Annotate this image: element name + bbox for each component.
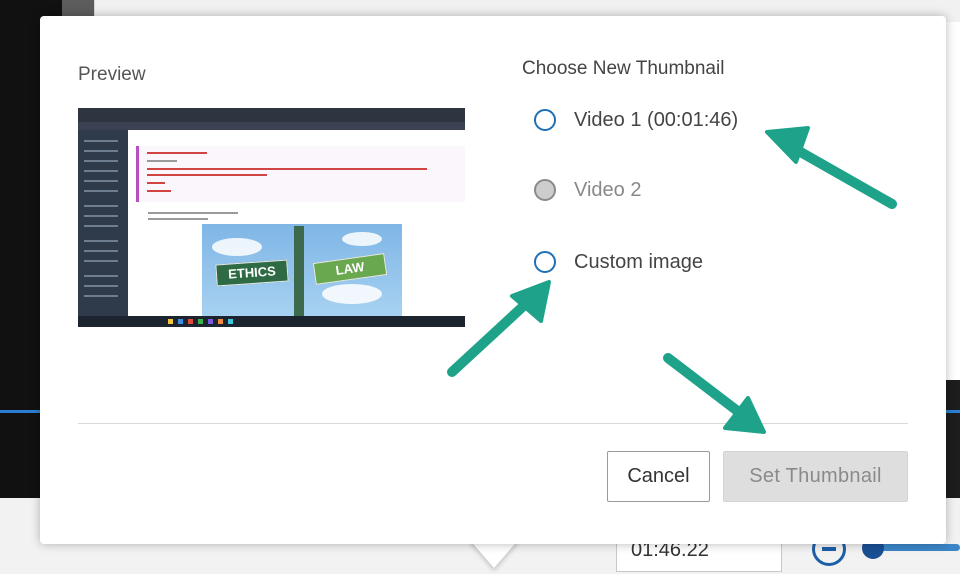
preview-sidebar-line [84, 260, 118, 262]
taskbar-icon [208, 319, 213, 324]
thumbnail-dialog: Preview ETHICS LAW Choose New Thumbnail … [40, 16, 946, 544]
preview-image: ETHICS LAW [78, 108, 465, 327]
dialog-divider [78, 423, 908, 424]
law-sign: LAW [312, 253, 388, 285]
option-label-video-2: Video 2 [574, 179, 642, 201]
preview-sidebar-line [84, 250, 118, 252]
preview-sidebar-line [84, 205, 118, 207]
option-video-1[interactable]: Video 1 (00:01:46) [534, 106, 774, 136]
taskbar-icon [218, 319, 223, 324]
preview-sidebar-line [84, 275, 118, 277]
cloud [322, 284, 382, 304]
option-label-video-1: Video 1 (00:01:46) [574, 109, 739, 131]
preview-text-line [147, 190, 171, 192]
preview-taskbar [78, 316, 465, 327]
option-label-custom-image: Custom image [574, 251, 703, 273]
sign-post [294, 226, 304, 316]
option-custom-image[interactable]: Custom image [534, 248, 734, 278]
set-thumbnail-button[interactable]: Set Thumbnail [723, 451, 908, 502]
taskbar-icon [178, 319, 183, 324]
preview-sidebar-line [84, 190, 118, 192]
preview-text-line [148, 218, 208, 220]
radio-button-custom-image[interactable] [534, 251, 556, 273]
preview-sidebar-line [84, 150, 118, 152]
taskbar-icon [188, 319, 193, 324]
preview-post-card [136, 146, 465, 202]
preview-text-line [147, 152, 207, 154]
preview-sidebar [78, 130, 128, 316]
radio-button-video-2 [534, 179, 556, 201]
preview-tab-strip [78, 122, 465, 130]
cloud [342, 232, 382, 246]
preview-text-line [147, 168, 427, 170]
preview-sidebar-line [84, 285, 118, 287]
cloud [212, 238, 262, 256]
taskbar-icon [168, 319, 173, 324]
preview-label: Preview [78, 64, 146, 85]
preview-text-line [147, 182, 165, 184]
preview-sidebar-line [84, 295, 118, 297]
cancel-button[interactable]: Cancel [607, 451, 710, 502]
preview-sidebar-line [84, 170, 118, 172]
preview-browser-bar [78, 108, 465, 122]
timeline-line-right [946, 410, 960, 413]
preview-text-line [147, 160, 177, 162]
ethics-sign: ETHICS [215, 259, 289, 287]
option-video-2: Video 2 [534, 176, 684, 206]
taskbar-icon [198, 319, 203, 324]
taskbar-icon [228, 319, 233, 324]
zoom-slider-track[interactable] [876, 544, 960, 551]
preview-sidebar-line [84, 215, 118, 217]
preview-sidebar-line [84, 180, 118, 182]
preview-sidebar-line [84, 160, 118, 162]
preview-sidebar-line [84, 225, 118, 227]
preview-text-line [148, 212, 238, 214]
preview-photo: ETHICS LAW [202, 224, 402, 316]
preview-text-line [147, 174, 267, 176]
preview-sidebar-line [84, 240, 118, 242]
timeline-line-left [0, 410, 40, 413]
choose-thumbnail-label: Choose New Thumbnail [522, 58, 725, 79]
radio-button-video-1[interactable] [534, 109, 556, 131]
preview-sidebar-line [84, 140, 118, 142]
